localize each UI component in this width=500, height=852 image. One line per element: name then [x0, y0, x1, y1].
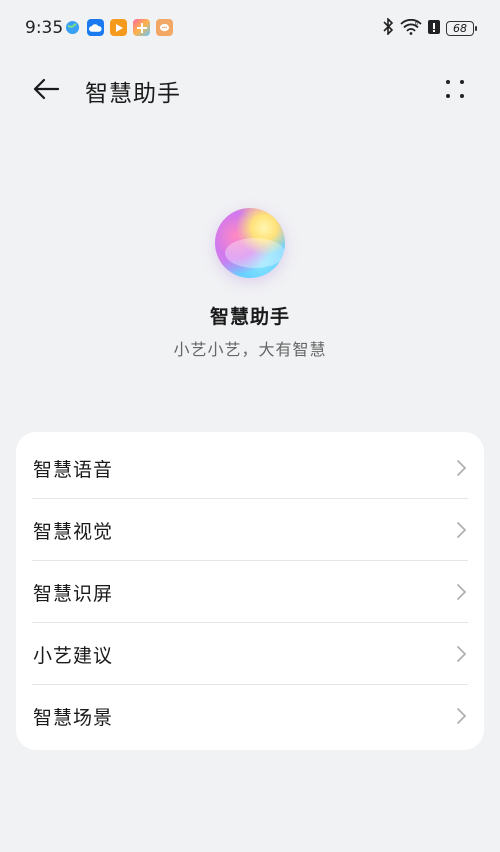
app-store-icon [133, 19, 150, 36]
menu-item-xiaoyi-suggestions[interactable]: 小艺建议 [16, 623, 484, 685]
menu-item-label: 小艺建议 [33, 645, 114, 667]
chevron-right-icon [457, 584, 467, 600]
assistant-logo-icon [215, 208, 285, 278]
svg-text:6: 6 [415, 21, 418, 27]
video-icon [110, 19, 127, 36]
menu-item-label: 智慧语音 [33, 459, 114, 481]
menu-item-smart-voice[interactable]: 智慧语音 [16, 437, 484, 499]
cloud-icon [87, 19, 104, 36]
more-options-button[interactable] [442, 74, 470, 104]
menu-item-label: 智慧识屏 [33, 583, 114, 605]
alert-icon [428, 19, 440, 39]
chevron-right-icon [457, 708, 467, 724]
chevron-right-icon [457, 646, 467, 662]
hero-title: 智慧助手 [209, 306, 290, 328]
browser-icon [64, 19, 81, 36]
app-bar: 智慧助手 [0, 60, 500, 118]
menu-item-label: 智慧场景 [33, 707, 114, 729]
battery-icon: 68 [446, 21, 477, 36]
status-bar: 9:35 6 68 [0, 0, 500, 56]
wifi-icon: 6 [400, 18, 422, 39]
chevron-right-icon [457, 522, 467, 538]
hero-subtitle: 小艺小艺，大有智慧 [173, 340, 327, 359]
status-time: 9:35 [25, 18, 64, 38]
menu-item-screen-recognition[interactable]: 智慧识屏 [16, 561, 484, 623]
settings-card: 智慧语音 智慧视觉 智慧识屏 小艺建议 智慧场景 [16, 432, 484, 750]
notification-icons [64, 19, 173, 36]
chevron-right-icon [457, 460, 467, 476]
menu-item-smart-vision[interactable]: 智慧视觉 [16, 499, 484, 561]
page-title: 智慧助手 [85, 81, 181, 107]
back-button[interactable] [26, 72, 66, 106]
menu-item-label: 智慧视觉 [33, 521, 114, 543]
menu-item-smart-scenes[interactable]: 智慧场景 [16, 685, 484, 747]
back-arrow-icon [33, 78, 60, 100]
bluetooth-icon [383, 17, 394, 39]
message-icon [156, 19, 173, 36]
system-icons: 6 68 [383, 17, 477, 39]
